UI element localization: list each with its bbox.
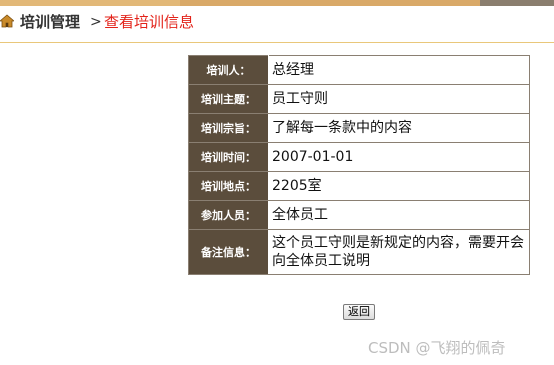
return-button[interactable]: 返回 (343, 304, 375, 320)
row-label-time: 培训时间： (188, 142, 269, 172)
breadcrumb-section[interactable]: 培训管理 (20, 13, 80, 31)
row-label-remarks: 备注信息： (188, 229, 269, 275)
training-detail-table: 培训人： 总经理 培训主题： 员工守则 培训宗旨： 了解每一条款中的内容 培训时… (188, 55, 530, 275)
breadcrumb-separator: > (90, 14, 102, 30)
row-value-remarks: 这个员工守则是新规定的内容，需要开会向全体员工说明 (268, 229, 530, 275)
table-row: 培训宗旨： 了解每一条款中的内容 (188, 113, 530, 143)
watermark: CSDN @飞翔的佩奇 (368, 339, 506, 357)
table-row: 培训地点： 2205室 (188, 171, 530, 201)
row-value-topic: 员工守则 (268, 84, 530, 114)
row-label-trainer: 培训人： (188, 55, 269, 85)
table-row: 培训时间： 2007-01-01 (188, 142, 530, 172)
page-title: 查看培训信息 (104, 13, 195, 31)
row-label-purpose: 培训宗旨： (188, 113, 269, 143)
row-value-time: 2007-01-01 (268, 142, 530, 172)
row-label-location: 培训地点： (188, 171, 269, 201)
home-icon[interactable] (0, 14, 14, 28)
title-bar: 培训管理 > 查看培训信息 (0, 6, 554, 43)
row-value-attendees: 全体员工 (268, 200, 530, 230)
row-value-trainer: 总经理 (268, 55, 530, 85)
row-value-purpose: 了解每一条款中的内容 (268, 113, 530, 143)
row-label-attendees: 参加人员： (188, 200, 269, 230)
table-row: 培训主题： 员工守则 (188, 84, 530, 114)
row-value-location: 2205室 (268, 171, 530, 201)
table-row: 参加人员： 全体员工 (188, 200, 530, 230)
row-label-topic: 培训主题： (188, 84, 269, 114)
table-row: 培训人： 总经理 (188, 55, 530, 85)
table-row: 备注信息： 这个员工守则是新规定的内容，需要开会向全体员工说明 (188, 229, 530, 275)
